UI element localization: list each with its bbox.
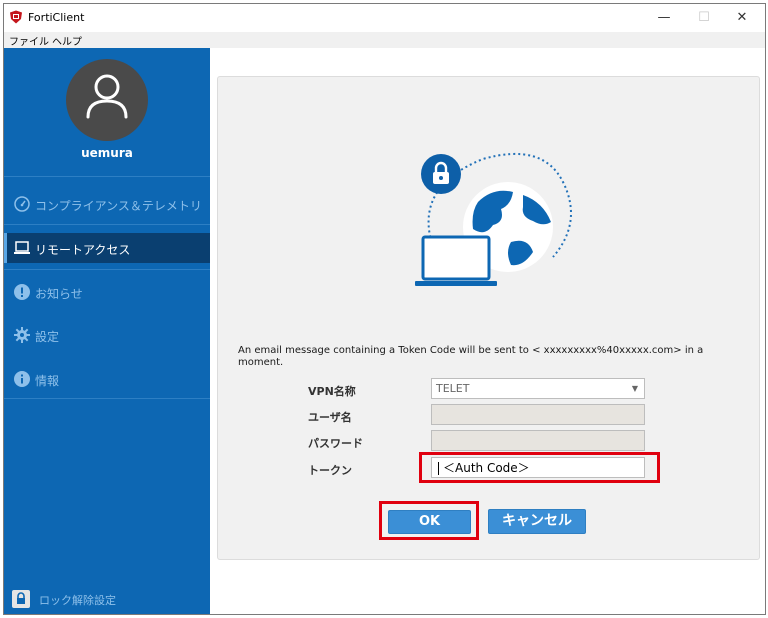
close-button[interactable]: ✕ xyxy=(722,4,762,32)
title-bar: FortiClient — ☐ ✕ xyxy=(4,4,765,32)
unlock-settings-button[interactable]: ロック解除設定 xyxy=(12,590,202,608)
cancel-button[interactable]: キャンセル xyxy=(488,509,586,534)
main-content: An email message containing a Token Code… xyxy=(210,48,765,614)
vpn-name-value: TELET xyxy=(436,382,470,395)
sidebar-item-notifications[interactable]: お知らせ xyxy=(4,277,210,307)
token-message: An email message containing a Token Code… xyxy=(238,345,704,368)
token-label: トークン xyxy=(308,464,352,477)
user-icon xyxy=(86,74,128,119)
gauge-icon xyxy=(14,196,30,212)
maximize-button[interactable]: ☐ xyxy=(684,4,724,32)
sidebar-item-compliance[interactable]: コンプライアンス＆テレメトリ xyxy=(4,189,210,219)
ok-highlight-box xyxy=(379,501,479,540)
sidebar-item-settings[interactable]: 設定 xyxy=(4,320,210,350)
avatar[interactable] xyxy=(66,59,148,141)
vpn-name-label: VPN名称 xyxy=(308,385,356,398)
vpn-name-select[interactable]: TELET ▼ xyxy=(431,378,645,399)
password-field[interactable] xyxy=(431,430,645,451)
menu-file[interactable]: ファイル xyxy=(9,33,49,48)
info-icon xyxy=(14,371,30,387)
alert-icon xyxy=(14,284,30,300)
vpn-connect-panel: An email message containing a Token Code… xyxy=(217,76,760,560)
username-label: ユーザ名 xyxy=(308,411,352,424)
sidebar-item-info[interactable]: 情報 xyxy=(4,364,210,394)
sidebar-item-label: リモートアクセス xyxy=(35,243,131,257)
gear-icon xyxy=(14,327,30,343)
token-highlight-box xyxy=(419,452,660,483)
unlock-settings-label: ロック解除設定 xyxy=(39,594,116,607)
username-field[interactable] xyxy=(431,404,645,425)
sidebar-divider xyxy=(4,224,210,225)
sidebar-divider xyxy=(4,398,210,399)
forticlient-window: FortiClient — ☐ ✕ ファイル ヘルプ uemura コンプライア… xyxy=(3,3,766,615)
sidebar-divider xyxy=(4,269,210,270)
sidebar-divider xyxy=(4,176,210,177)
vpn-globe-illustration xyxy=(415,152,572,286)
lock-icon xyxy=(12,590,30,608)
menu-bar: ファイル ヘルプ xyxy=(4,32,765,48)
laptop-icon xyxy=(14,241,30,254)
password-label: パスワード xyxy=(308,437,363,450)
sidebar-item-label: お知らせ xyxy=(35,287,83,301)
menu-help[interactable]: ヘルプ xyxy=(52,33,82,48)
sidebar-item-label: 情報 xyxy=(35,374,60,388)
sidebar: uemura コンプライアンス＆テレメトリ リモートアクセス お知らせ 設定 情… xyxy=(4,48,210,614)
sidebar-item-remote-access[interactable]: リモートアクセス xyxy=(4,233,210,263)
window-title: FortiClient xyxy=(28,11,85,24)
username: uemura xyxy=(81,146,133,160)
forticlient-shield-icon xyxy=(10,10,22,24)
chevron-down-icon: ▼ xyxy=(631,384,638,393)
minimize-button[interactable]: — xyxy=(644,4,684,32)
sidebar-item-label: コンプライアンス＆テレメトリ xyxy=(35,199,202,213)
sidebar-item-label: 設定 xyxy=(35,330,60,344)
